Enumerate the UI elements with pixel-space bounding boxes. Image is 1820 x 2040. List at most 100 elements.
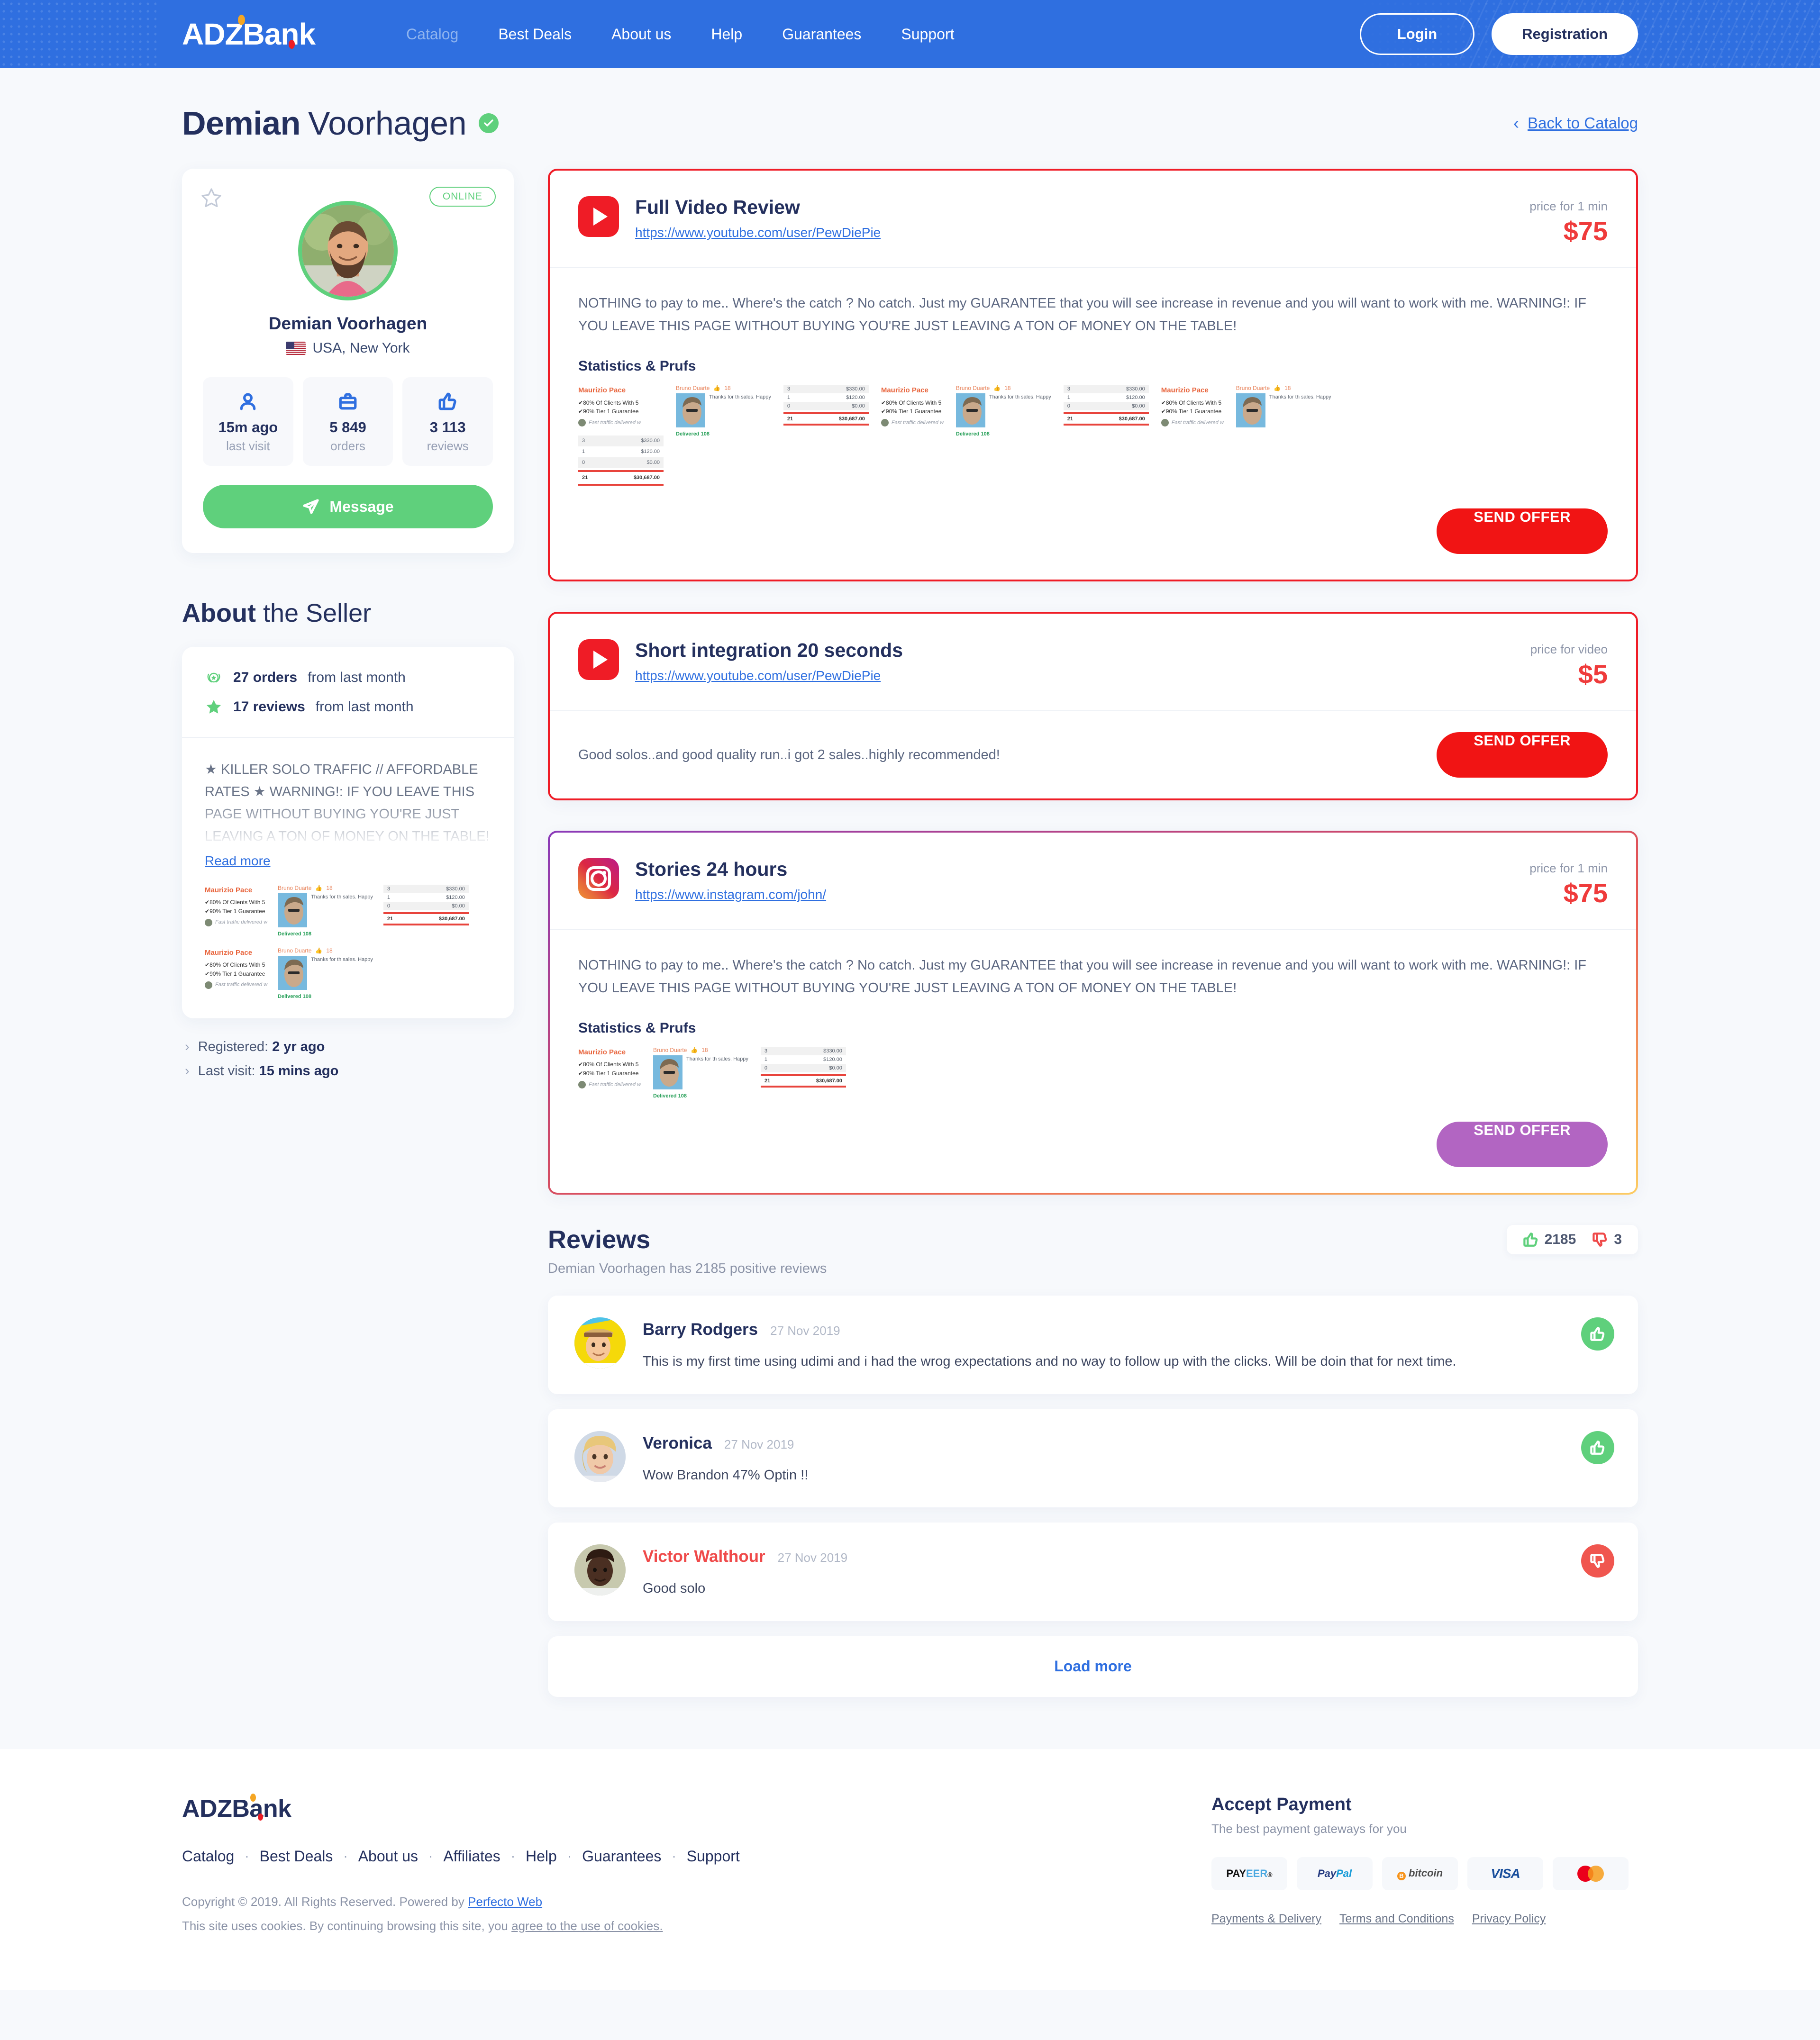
- offer-url-link[interactable]: https://www.youtube.com/user/PewDiePie: [635, 225, 881, 240]
- offer-head-text: Short integration 20 seconds https://www…: [635, 639, 903, 683]
- page-title-first-name: Demian: [182, 105, 300, 142]
- seller-meta-list: › Registered: 2 yr ago › Last visit: 15 …: [182, 1039, 514, 1079]
- about-fact-reviews-label: from last month: [315, 699, 414, 715]
- verified-badge-icon: [479, 113, 499, 133]
- proof-buyer-photo: [278, 893, 308, 927]
- footer-nav-best-deals[interactable]: Best Deals: [260, 1848, 333, 1865]
- offer-url-link[interactable]: https://www.instagram.com/john/: [635, 887, 826, 902]
- send-offer-button[interactable]: SEND OFFER: [1437, 1122, 1608, 1168]
- accept-payment-subtitle: The best payment gateways for you: [1211, 1821, 1407, 1836]
- footer-cookie-link[interactable]: agree to the use of cookies.: [511, 1919, 663, 1933]
- about-facts: 27 orders from last month 17 reviews fro…: [182, 647, 514, 738]
- nav-item-help[interactable]: Help: [711, 26, 742, 43]
- proof-bullet-2: ✔90% Tier 1 Guarantee: [205, 970, 265, 977]
- payment-method-visa: VISA: [1467, 1857, 1543, 1890]
- site-logo[interactable]: ADZBank: [182, 15, 316, 52]
- footer-left: ADZBank Catalog · Best Deals · About us · A…: [182, 1793, 1211, 1933]
- footer-logo-text: ADZBank: [182, 1795, 291, 1822]
- nav-item-catalog[interactable]: Catalog: [406, 26, 458, 43]
- stat-orders: 5 849 orders: [302, 377, 393, 466]
- proof-avatar: [205, 981, 212, 989]
- bitcoin-icon: B bitcoin: [1397, 1867, 1443, 1880]
- privacy-policy-link[interactable]: Privacy Policy: [1472, 1912, 1546, 1926]
- seller-profile-page: ADZBank Catalog Best Deals About us Help…: [0, 0, 1820, 2040]
- nav-item-about-us[interactable]: About us: [611, 26, 671, 43]
- proof-table: 3 $330.00 1 $120.00 0 $0.00 21 $30,687.00: [383, 884, 469, 925]
- back-to-catalog-label[interactable]: Back to Catalog: [1528, 114, 1638, 132]
- send-offer-button[interactable]: SEND OFFER: [1437, 508, 1608, 554]
- seller-profile-card: ONLINE Demian Voorhagen USA, New York 15…: [182, 169, 514, 553]
- load-more-button[interactable]: Load more: [548, 1636, 1638, 1697]
- meta-last-visit: › Last visit: 15 mins ago: [185, 1063, 339, 1079]
- footer-nav-catalog[interactable]: Catalog: [182, 1848, 234, 1865]
- offer-stats-title: Statistics & Prufs: [578, 358, 696, 374]
- footer-powered-by-link[interactable]: Perfecto Web: [468, 1895, 542, 1909]
- reviews-heading-block: Reviews Demian Voorhagen has 2185 positi…: [548, 1225, 827, 1277]
- terms-conditions-link[interactable]: Terms and Conditions: [1339, 1912, 1454, 1926]
- reviewer-name: Barry Rodgers: [643, 1320, 758, 1339]
- proof-offer-block: Maurizio Pace ✔80% Of Clients With 5 ✔90…: [1161, 385, 1224, 427]
- star-icon: [205, 698, 223, 716]
- review-text: This is my first time using udimi and i …: [643, 1354, 1456, 1369]
- youtube-icon: [578, 196, 619, 237]
- back-to-catalog-link[interactable]: ‹ Back to Catalog: [1513, 113, 1638, 133]
- nav-item-guarantees[interactable]: Guarantees: [782, 26, 861, 43]
- read-more-link[interactable]: Read more: [205, 853, 271, 869]
- footer-nav-about-us[interactable]: About us: [358, 1848, 418, 1865]
- user-icon: [206, 390, 291, 412]
- stat-orders-label: orders: [330, 439, 365, 453]
- reviews-rating-summary: 2185 3: [1506, 1225, 1638, 1255]
- offer-title: Full Video Review: [635, 196, 800, 218]
- offer-body: NOTHING to pay to me.. Where's the catch…: [550, 929, 1636, 1122]
- favorite-star-icon[interactable]: [200, 187, 223, 209]
- nav-item-support[interactable]: Support: [901, 26, 954, 43]
- about-fact-orders: 27 orders from last month: [205, 669, 491, 687]
- offer-head-text: Stories 24 hours https://www.instagram.c…: [635, 858, 826, 902]
- site-logo-text: ADZBank: [182, 17, 316, 51]
- about-fact-reviews-value: 17 reviews: [233, 699, 305, 715]
- about-fact-orders-value: 27 orders: [233, 670, 298, 685]
- about-description-text: ★ KILLER SOLO TRAFFIC // AFFORDABLE RATE…: [205, 762, 490, 844]
- payments-delivery-link[interactable]: Payments & Delivery: [1211, 1912, 1321, 1926]
- offer-footer: SEND OFFER: [550, 1122, 1636, 1193]
- proof-footnote: Fast traffic delivered w: [578, 419, 664, 427]
- footer-nav-support[interactable]: Support: [687, 1848, 740, 1865]
- footer-inner: ADZBank Catalog · Best Deals · About us · A…: [182, 1793, 1638, 1933]
- review-text: Good solo: [643, 1581, 706, 1596]
- review-content: Victor Walthour 27 Nov 2019 Good solo: [643, 1544, 1611, 1599]
- offer-price-value: $75: [1563, 878, 1608, 908]
- offer-url-link[interactable]: https://www.youtube.com/user/PewDiePie: [635, 668, 903, 683]
- footer-nav-guarantees[interactable]: Guarantees: [582, 1848, 661, 1865]
- footer-nav-help[interactable]: Help: [526, 1848, 557, 1865]
- registration-button[interactable]: Registration: [1492, 13, 1638, 55]
- reviewer-name: Veronica: [643, 1433, 712, 1452]
- proof-buyer-photo: [676, 393, 705, 428]
- about-seller-heading: About the Seller: [182, 598, 514, 628]
- proof-table: 3 $330.00 1 $120.00 0 $0.00 21 $30,687.00: [760, 1047, 846, 1088]
- proof-like-icon: 👍: [713, 385, 721, 392]
- visa-icon: VISA: [1491, 1866, 1520, 1881]
- page-content: Demian Voorhagen ‹ Back to Catalog ONLIN…: [182, 68, 1638, 1697]
- nav-item-best-deals[interactable]: Best Deals: [498, 26, 572, 43]
- logo-orange-dot: [238, 15, 246, 25]
- offer-head-text: Full Video Review https://www.youtube.co…: [635, 196, 881, 240]
- offer-title: Short integration 20 seconds: [635, 639, 903, 661]
- briefcase-icon: [306, 390, 391, 412]
- login-button[interactable]: Login: [1359, 13, 1475, 55]
- proof-seller-name: Maurizio Pace: [205, 948, 253, 957]
- reviews-header: Reviews Demian Voorhagen has 2185 positi…: [548, 1225, 1638, 1277]
- proof-delivered: Delivered 108: [278, 993, 311, 999]
- message-button[interactable]: Message: [203, 485, 493, 528]
- thumbs-up-icon: [1590, 1440, 1605, 1455]
- footer-nav-affiliates[interactable]: Affiliates: [443, 1848, 500, 1865]
- send-offer-button[interactable]: SEND OFFER: [1437, 732, 1608, 778]
- review-text: Wow Brandon 47% Optin !!: [643, 1467, 809, 1483]
- offer-description: Good solos..and good quality run..i got …: [578, 747, 1000, 762]
- proof-testimonial-body: Thanks for th sales. Happy: [278, 955, 373, 990]
- proof-offer-block: Maurizio Pace ✔80% Of Clients With 5 ✔90…: [578, 385, 664, 486]
- reviews-subtitle: Demian Voorhagen has 2185 positive revie…: [548, 1261, 827, 1277]
- seller-name: Demian Voorhagen: [268, 314, 428, 333]
- proof-table-total: 21 $30,687.00: [383, 912, 469, 925]
- footer-logo[interactable]: ADZBank: [182, 1793, 291, 1823]
- proof-likes: 18: [326, 884, 333, 891]
